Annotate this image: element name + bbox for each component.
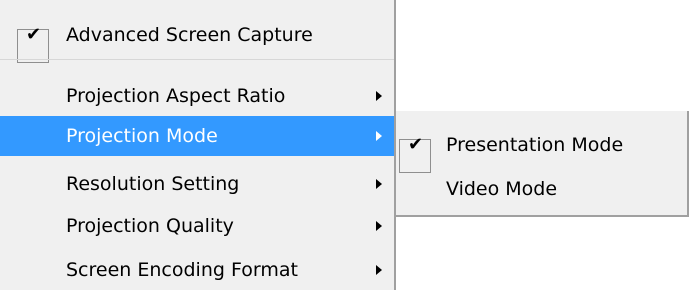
checkmark-icon: ✔ xyxy=(26,24,42,45)
submenu-arrow-icon xyxy=(376,265,382,275)
menu-item-screen-encoding-format[interactable]: Screen Encoding Format xyxy=(0,250,394,290)
submenu-arrow-icon xyxy=(376,131,382,141)
menu-item-resolution-setting[interactable]: Resolution Setting xyxy=(0,164,394,204)
menu-item-label: Projection Mode xyxy=(66,125,218,147)
menu-item-advanced-screen-capture[interactable]: ✔ Advanced Screen Capture xyxy=(0,15,394,63)
menu-item-label: Advanced Screen Capture xyxy=(66,24,313,46)
submenu-arrow-icon xyxy=(376,179,382,189)
submenu-item-presentation-mode[interactable]: ✔ Presentation Mode xyxy=(396,125,687,173)
context-menu-stage: ✔ Advanced Screen Capture Projection Asp… xyxy=(0,0,689,290)
projection-mode-submenu: ✔ Presentation Mode Video Mode xyxy=(396,111,689,217)
submenu-arrow-icon xyxy=(376,91,382,101)
submenu-item-video-mode[interactable]: Video Mode xyxy=(396,169,687,209)
menu-item-label: Projection Quality xyxy=(66,215,234,237)
submenu-item-label: Video Mode xyxy=(446,178,558,200)
menu-item-label: Projection Aspect Ratio xyxy=(66,85,286,107)
main-context-menu: ✔ Advanced Screen Capture Projection Asp… xyxy=(0,0,396,290)
submenu-item-label: Presentation Mode xyxy=(446,134,624,156)
menu-item-projection-aspect-ratio[interactable]: Projection Aspect Ratio xyxy=(0,76,394,116)
menu-item-label: Resolution Setting xyxy=(66,173,240,195)
menu-item-label: Screen Encoding Format xyxy=(66,259,298,281)
submenu-arrow-icon xyxy=(376,221,382,231)
menu-item-projection-mode[interactable]: Projection Mode xyxy=(0,116,394,156)
checkmark-icon: ✔ xyxy=(408,134,424,155)
menu-separator xyxy=(0,59,394,60)
menu-item-projection-quality[interactable]: Projection Quality xyxy=(0,206,394,246)
